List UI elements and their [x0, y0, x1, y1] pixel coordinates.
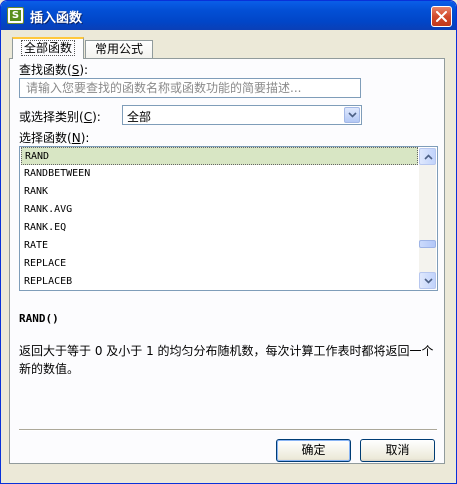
category-selected-value: 全部	[127, 110, 152, 124]
chevron-up-icon	[424, 154, 433, 160]
ok-button[interactable]: 确定	[276, 439, 351, 462]
tab-common-formulas[interactable]: 常用公式	[85, 40, 153, 58]
app-logo-glyph: S	[10, 10, 21, 21]
function-signature: RAND()	[19, 312, 59, 325]
app-logo-icon: S	[7, 7, 24, 24]
tab-common-formulas-label: 常用公式	[94, 42, 143, 56]
function-list-item[interactable]: REPLACE	[21, 255, 418, 273]
function-list-label: 选择函数(N):	[19, 131, 90, 145]
function-list-scrollbar[interactable]	[419, 148, 436, 289]
function-list-item[interactable]: RAND	[21, 147, 418, 165]
scrollbar-thumb[interactable]	[419, 240, 436, 248]
function-list-item[interactable]: RANK.EQ	[21, 219, 418, 237]
category-dropdown-button[interactable]	[344, 107, 360, 123]
cancel-button[interactable]: 取消	[360, 439, 435, 462]
function-list[interactable]: RAND RANDBETWEEN RANK RANK.AVG RANK.EQ R…	[19, 146, 438, 291]
search-input[interactable]	[19, 78, 361, 98]
insert-function-dialog: S 插入函数 全部函数 常用公式 查找函数(S): 或选择类别(C): 全部 选…	[0, 0, 457, 484]
category-select[interactable]: 全部	[122, 105, 362, 125]
chevron-down-icon	[424, 278, 433, 284]
tab-all-functions-label: 全部函数	[20, 40, 75, 56]
scroll-up-button[interactable]	[419, 148, 436, 165]
category-label: 或选择类别(C):	[19, 110, 101, 124]
function-list-item[interactable]: RATE	[21, 237, 418, 255]
close-icon	[436, 11, 447, 22]
function-list-item[interactable]: RANDBETWEEN	[21, 165, 418, 183]
function-list-item[interactable]: RANK	[21, 183, 418, 201]
function-list-item[interactable]: RANK.AVG	[21, 201, 418, 219]
close-button[interactable]	[431, 6, 452, 27]
divider	[19, 429, 437, 431]
title-bar[interactable]: S 插入函数	[1, 1, 456, 30]
chevron-down-icon	[348, 112, 357, 118]
search-label: 查找函数(S):	[19, 63, 89, 77]
dialog-title: 插入函数	[30, 11, 83, 26]
tab-all-functions[interactable]: 全部函数	[12, 37, 84, 59]
function-list-item[interactable]: REPLACEB	[21, 273, 418, 290]
scroll-down-button[interactable]	[419, 272, 436, 289]
function-description: 返回大于等于 0 及小于 1 的均匀分布随机数，每次计算工作表时都将返回一个新的…	[19, 344, 434, 376]
